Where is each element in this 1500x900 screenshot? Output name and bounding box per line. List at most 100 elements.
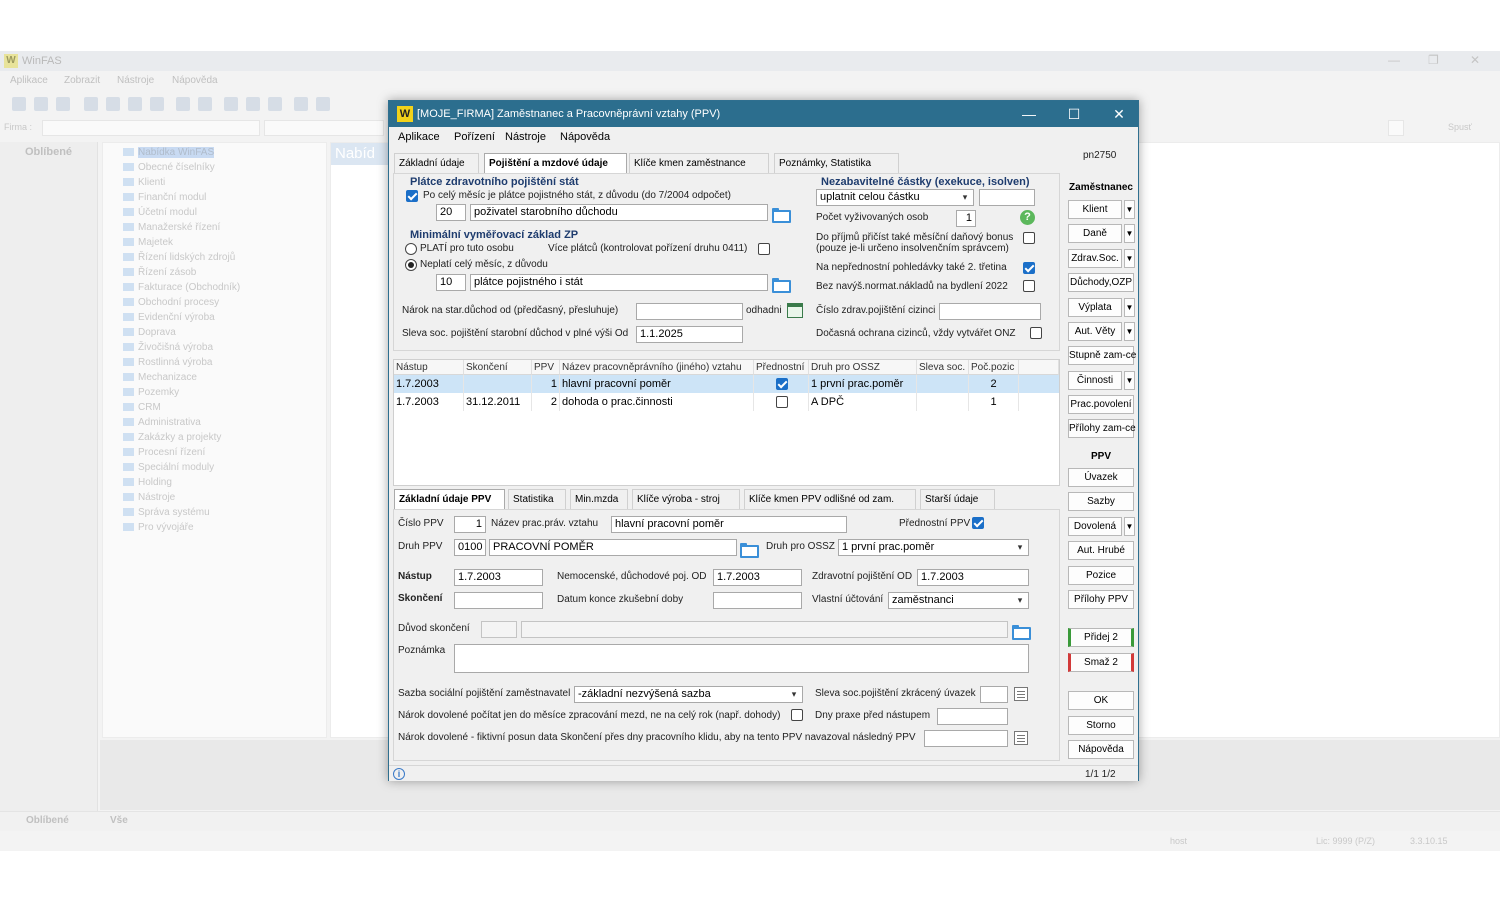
klient-dropdown-icon[interactable]: ▼ xyxy=(1124,200,1135,219)
tree-item[interactable]: CRM xyxy=(111,402,161,413)
col-skonceni[interactable]: Skončení xyxy=(464,360,532,375)
folder-icon[interactable] xyxy=(772,206,791,223)
tab-klice-kmen-ppv[interactable]: Klíče kmen PPV odlišné od zam. xyxy=(744,489,916,509)
tree-item[interactable]: Rostlinná výroba xyxy=(111,357,212,368)
toolbar-icon[interactable] xyxy=(34,97,48,111)
info-icon[interactable]: i xyxy=(393,768,405,780)
narok-input[interactable] xyxy=(636,303,743,320)
tree-item[interactable]: Speciální moduly xyxy=(111,462,214,473)
ok-button[interactable]: OK xyxy=(1068,691,1134,710)
tree-item[interactable]: Manažerské řízení xyxy=(111,222,220,233)
tab-starsi-udaje[interactable]: Starší údaje xyxy=(920,489,995,509)
toolbar-icon[interactable] xyxy=(294,97,308,111)
dovolena-button[interactable]: Dovolená xyxy=(1068,517,1122,536)
bez-checkbox[interactable] xyxy=(1023,280,1035,292)
prac-povoleni-button[interactable]: Prac.povolení xyxy=(1068,395,1134,414)
restore-icon[interactable]: ❐ xyxy=(1428,53,1439,67)
close-icon[interactable]: ✕ xyxy=(1470,53,1480,67)
back-icon[interactable] xyxy=(84,97,98,111)
vyplata-button[interactable]: Výplata xyxy=(1068,298,1122,317)
menu-aplikace[interactable]: Aplikace xyxy=(10,75,48,86)
tree-item[interactable]: Finanční modul xyxy=(111,192,206,203)
tab-oblibene[interactable]: Oblíbené xyxy=(26,815,69,826)
nezab-extra-input[interactable] xyxy=(979,189,1035,206)
vice-platcu-checkbox[interactable] xyxy=(758,243,770,255)
col-prednostni[interactable]: Přednostní xyxy=(754,360,809,375)
gear-icon[interactable] xyxy=(268,97,282,111)
tree-item[interactable]: Majetek xyxy=(111,237,173,248)
dny-praxe-input[interactable] xyxy=(937,708,1008,725)
col-pozic[interactable]: Poč.pozic xyxy=(969,360,1019,375)
filter-dropdown[interactable] xyxy=(1388,120,1404,136)
toolbar-icon[interactable] xyxy=(246,97,260,111)
platce-reason-input[interactable]: poživatel starobního důchodu xyxy=(470,204,768,221)
tab-zakladni-udaje[interactable]: Základní údaje xyxy=(394,153,479,173)
tree-item[interactable]: Evidenční výroba xyxy=(111,312,215,323)
tab-min-mzda[interactable]: Min.mzda xyxy=(570,489,628,509)
ossz-select[interactable]: 1 první prac.poměr ▾ xyxy=(838,539,1029,556)
aut-vety-dropdown-icon[interactable]: ▼ xyxy=(1124,322,1135,341)
help-icon[interactable] xyxy=(316,97,330,111)
zdrav-od-input[interactable]: 1.7.2003 xyxy=(917,569,1029,586)
cislo-ppv-input[interactable]: 1 xyxy=(454,516,486,533)
klient-button[interactable]: Klient xyxy=(1068,200,1122,219)
maximize-icon[interactable]: ☐ xyxy=(1054,104,1094,124)
close-icon[interactable]: ✕ xyxy=(1099,104,1139,124)
menu-porizeni[interactable]: Pořízení xyxy=(454,131,495,143)
tree-item[interactable]: Mechanizace xyxy=(111,372,197,383)
notes-icon[interactable] xyxy=(1014,731,1028,745)
stupne-button[interactable]: Stupně zam-ce xyxy=(1068,346,1136,365)
nezab-select[interactable]: uplatnit celou částku ▾ xyxy=(816,189,974,206)
toolbar-icon[interactable] xyxy=(198,97,212,111)
menu-napoveda[interactable]: Nápověda xyxy=(172,75,218,86)
prednostni-checkbox[interactable] xyxy=(776,378,788,390)
col-ppv[interactable]: PPV xyxy=(532,360,560,375)
cinnosti-button[interactable]: Činnosti xyxy=(1068,371,1122,390)
toolbar-icon[interactable] xyxy=(150,97,164,111)
table-row[interactable]: 1.7.2003 1 hlavní pracovní poměr 1 první… xyxy=(394,375,1059,393)
aut-vety-button[interactable]: Aut. Věty xyxy=(1068,322,1122,341)
cinnosti-dropdown-icon[interactable]: ▼ xyxy=(1124,371,1135,390)
delete-button[interactable]: Smaž 2 xyxy=(1068,653,1134,672)
tree-item[interactable]: Účetní modul xyxy=(111,207,197,218)
toolbar-icon[interactable] xyxy=(224,97,238,111)
duvod-input[interactable] xyxy=(521,621,1008,638)
tree-item[interactable]: Holding xyxy=(111,477,172,488)
bonus-checkbox[interactable] xyxy=(1023,232,1035,244)
cislo-zdrav-input[interactable] xyxy=(939,303,1041,320)
sazba-select[interactable]: -základní nezvýšená sazba ▾ xyxy=(574,686,803,703)
run-button[interactable]: Spusť xyxy=(1448,122,1472,132)
calendar-icon[interactable] xyxy=(787,303,803,318)
notes-icon[interactable] xyxy=(1014,687,1028,701)
minimize-icon[interactable]: — xyxy=(1388,53,1400,67)
zkusebni-input[interactable] xyxy=(713,592,802,609)
druh-ppv-input[interactable]: PRACOVNÍ POMĚR xyxy=(489,539,737,556)
tree-item[interactable]: Řízení zásob xyxy=(111,267,196,278)
tab-zakladni-ppv[interactable]: Základní údaje PPV xyxy=(394,489,505,510)
tree-item[interactable]: Klienti xyxy=(111,177,165,188)
help-icon[interactable]: ? xyxy=(1020,210,1035,225)
filter-input[interactable] xyxy=(264,120,384,136)
tab-pojisteni[interactable]: Pojištění a mzdové údaje xyxy=(484,153,627,174)
folder-icon[interactable] xyxy=(1012,623,1031,640)
cancel-button[interactable]: Storno xyxy=(1068,716,1134,735)
vyplata-dropdown-icon[interactable]: ▼ xyxy=(1124,298,1135,317)
minimalni-reason-input[interactable]: plátce pojistného i stát xyxy=(470,274,768,291)
tree-item[interactable]: Živočišná výroba xyxy=(111,342,213,353)
tree-root[interactable]: Nabídka WinFAS xyxy=(111,147,215,158)
tree-item[interactable]: Nástroje xyxy=(111,492,175,503)
refresh-icon[interactable] xyxy=(128,97,142,111)
docas-checkbox[interactable] xyxy=(1030,327,1042,339)
sleva-date-input[interactable]: 1.1.2025 xyxy=(636,326,743,343)
toolbar-icon[interactable] xyxy=(56,97,70,111)
help-button[interactable]: Nápověda xyxy=(1068,740,1134,759)
zdrav-dropdown-icon[interactable]: ▼ xyxy=(1124,249,1135,268)
firma-input[interactable] xyxy=(42,120,260,136)
neplati-radio[interactable] xyxy=(405,259,417,271)
col-druh[interactable]: Druh pro OSSZ xyxy=(809,360,917,375)
sleva-zkr-input[interactable] xyxy=(980,686,1008,703)
plati-radio[interactable] xyxy=(405,243,417,255)
duvod-code-input[interactable] xyxy=(481,621,517,638)
dane-button[interactable]: Daně xyxy=(1068,224,1122,243)
prednostni-ppv-checkbox[interactable] xyxy=(972,517,984,529)
